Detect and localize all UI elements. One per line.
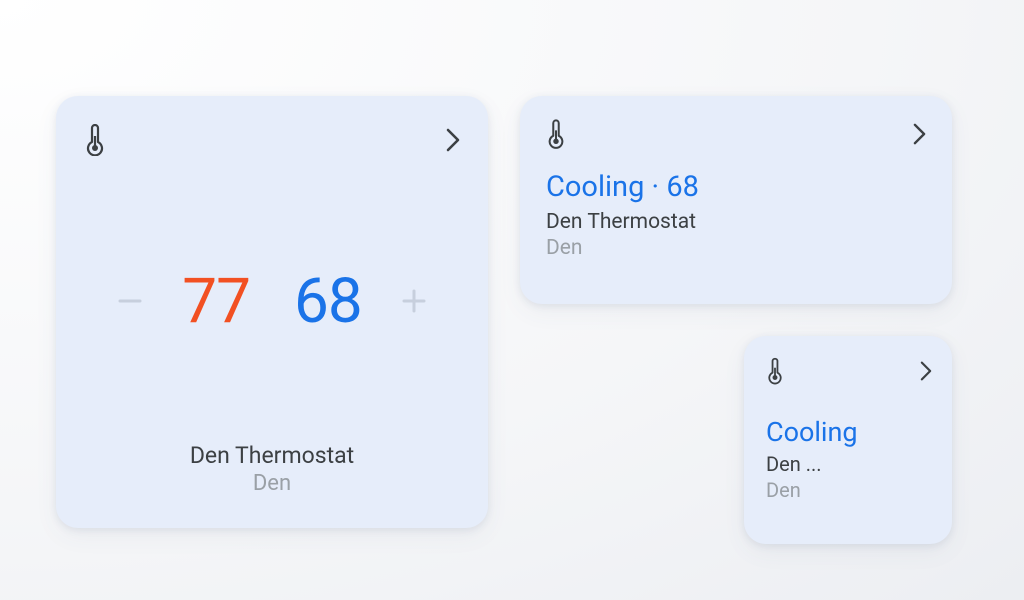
card-header bbox=[84, 120, 460, 160]
status-text: Cooling bbox=[766, 416, 932, 448]
status-text: Cooling · 68 bbox=[546, 170, 926, 204]
card-footer: Den Thermostat Den bbox=[84, 442, 460, 504]
heat-setpoint: 77 bbox=[182, 265, 250, 338]
thermostat-card-small[interactable]: Cooling Den ... Den bbox=[744, 336, 952, 544]
device-name: Den Thermostat bbox=[84, 442, 460, 469]
card-header bbox=[546, 116, 926, 152]
device-name: Den Thermostat bbox=[546, 210, 926, 234]
device-name: Den ... bbox=[766, 452, 932, 476]
chevron-right-icon[interactable] bbox=[913, 123, 926, 145]
cool-setpoint: 68 bbox=[294, 265, 362, 338]
room-name: Den bbox=[546, 236, 926, 260]
thermostat-card-medium[interactable]: Cooling · 68 Den Thermostat Den bbox=[520, 96, 952, 304]
chevron-right-icon[interactable] bbox=[920, 361, 932, 381]
card-header bbox=[766, 354, 932, 388]
thermostat-icon bbox=[766, 357, 784, 385]
thermostat-icon bbox=[84, 124, 106, 156]
increase-button[interactable] bbox=[388, 275, 440, 327]
chevron-right-icon[interactable] bbox=[446, 128, 460, 152]
decrease-button[interactable] bbox=[104, 275, 156, 327]
thermostat-icon bbox=[546, 119, 566, 149]
thermostat-card-large[interactable]: 77 68 Den Thermostat Den bbox=[56, 96, 488, 528]
room-name: Den bbox=[766, 478, 932, 502]
setpoint-row: 77 68 bbox=[84, 160, 460, 442]
room-name: Den bbox=[84, 471, 460, 496]
